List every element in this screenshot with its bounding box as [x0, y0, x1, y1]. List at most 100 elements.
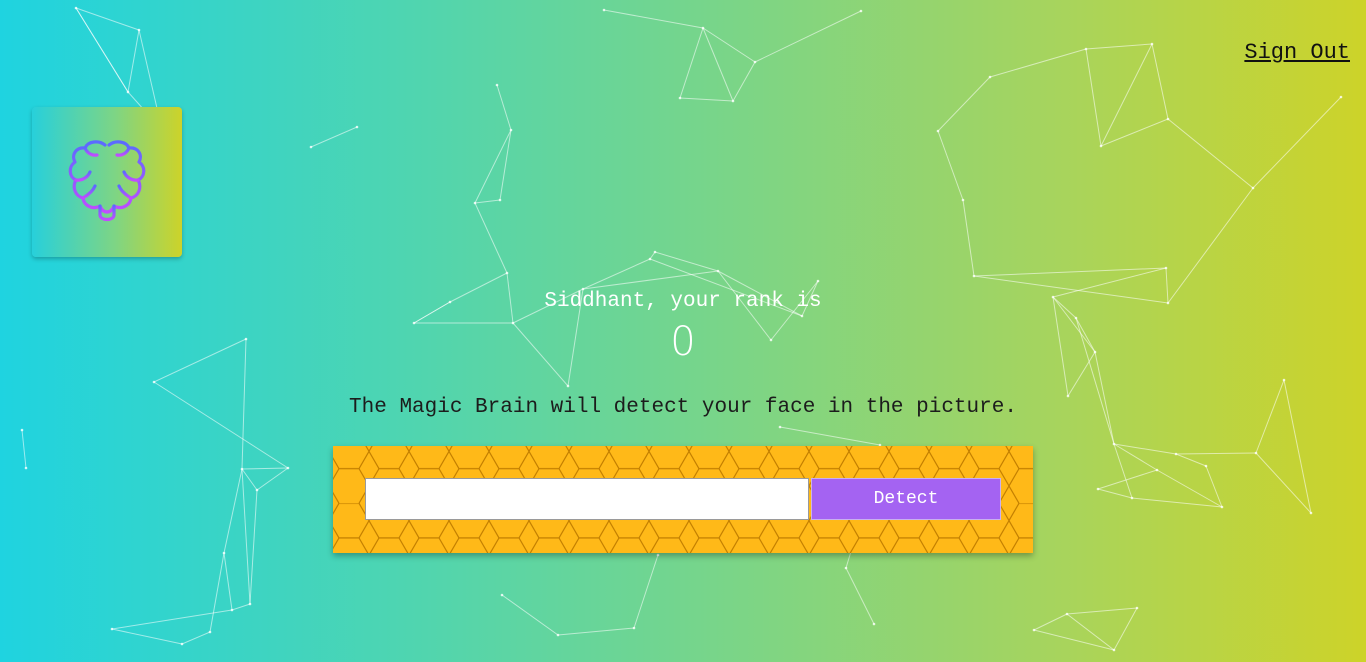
particle-link	[732, 61, 756, 102]
particle-node	[716, 269, 720, 273]
particle-node	[1282, 378, 1286, 382]
particle-node	[1065, 612, 1069, 616]
particle-link	[1131, 497, 1223, 508]
detect-button[interactable]: Detect	[811, 478, 1001, 520]
particle-node	[1150, 42, 1154, 46]
particle-link	[474, 199, 501, 204]
particle-node	[566, 384, 570, 388]
particle-node	[1339, 95, 1343, 99]
particle-node	[1112, 442, 1116, 446]
particle-node	[208, 630, 212, 634]
particle-node	[248, 602, 252, 606]
particle-link	[1085, 43, 1153, 50]
particle-link	[582, 270, 719, 290]
particle-node	[556, 633, 560, 637]
particle-node	[180, 642, 184, 646]
particle-link	[779, 426, 881, 446]
particle-link	[1175, 452, 1257, 455]
particle-link	[1113, 443, 1133, 499]
particle-link	[845, 567, 875, 625]
particle-node	[24, 466, 28, 470]
particle-link	[496, 84, 512, 131]
particle-link	[1151, 43, 1169, 120]
particle-node	[1251, 186, 1255, 190]
particle-node	[500, 593, 504, 597]
particle-node	[1254, 451, 1258, 455]
particle-node	[1204, 464, 1208, 468]
particle-link	[1252, 96, 1342, 189]
particle-link	[1085, 48, 1102, 147]
image-url-input[interactable]	[365, 478, 809, 520]
particle-node	[1164, 266, 1168, 270]
particle-node	[1135, 606, 1139, 610]
particle-node	[1099, 144, 1103, 148]
particle-node	[844, 566, 848, 570]
particle-node	[230, 608, 234, 612]
particle-link	[1097, 469, 1158, 490]
particle-node	[800, 314, 804, 318]
particle-link	[702, 27, 734, 102]
particle-node	[653, 250, 657, 254]
particle-link	[989, 48, 1087, 78]
particle-link	[1167, 187, 1254, 304]
particle-link	[1113, 443, 1158, 471]
particle-node	[286, 466, 290, 470]
particle-node	[1309, 511, 1313, 515]
particle-link	[256, 467, 289, 491]
particle-link	[499, 129, 512, 201]
particle-node	[678, 96, 682, 100]
particle-node	[731, 99, 735, 103]
particle-link	[75, 7, 140, 31]
particle-node	[1220, 505, 1224, 509]
particle-link	[111, 628, 183, 645]
particle-node	[701, 26, 705, 30]
particle-node	[632, 626, 636, 630]
particle-node	[498, 198, 502, 202]
particle-link	[75, 7, 129, 93]
particle-link	[962, 199, 975, 277]
particle-node	[1032, 628, 1036, 632]
particle-node	[309, 145, 313, 149]
particle-link	[1167, 118, 1254, 189]
particle-node	[753, 60, 757, 64]
instruction-text: The Magic Brain will detect your face in…	[349, 396, 1017, 419]
particle-link	[1033, 629, 1115, 651]
particle-link	[649, 251, 656, 260]
particle-link	[1100, 43, 1153, 147]
particle-link	[474, 202, 508, 274]
brain-icon	[68, 140, 146, 222]
particle-link	[181, 631, 211, 645]
particle-link	[310, 126, 358, 148]
particle-link	[241, 468, 251, 605]
sign-out-link[interactable]: Sign Out	[1244, 40, 1350, 66]
particle-node	[20, 428, 24, 432]
particle-node	[74, 6, 78, 10]
particle-link	[1156, 469, 1223, 508]
rank-value: 0	[670, 319, 696, 365]
particle-node	[509, 128, 513, 132]
particle-link	[1113, 607, 1138, 651]
particle-link	[21, 429, 27, 469]
particle-link	[937, 76, 991, 132]
particle-node	[473, 201, 477, 205]
particle-node	[816, 279, 820, 283]
particle-link	[1033, 613, 1068, 631]
particle-node	[648, 257, 652, 261]
particle-node	[240, 467, 244, 471]
particle-node	[222, 551, 226, 555]
particle-node	[972, 274, 976, 278]
particle-link	[654, 251, 719, 272]
particle-link	[679, 27, 704, 99]
logo-card	[32, 107, 182, 257]
particle-link	[241, 467, 289, 470]
particle-link	[557, 627, 635, 636]
particle-node	[505, 271, 509, 275]
particle-link	[1113, 443, 1177, 455]
particle-link	[754, 10, 862, 63]
particle-node	[110, 627, 114, 631]
rank-message: Siddhant, your rank is	[544, 290, 822, 313]
particle-node	[495, 83, 499, 87]
particle-node	[602, 8, 606, 12]
particle-node	[1084, 47, 1088, 51]
particle-link	[603, 9, 704, 29]
